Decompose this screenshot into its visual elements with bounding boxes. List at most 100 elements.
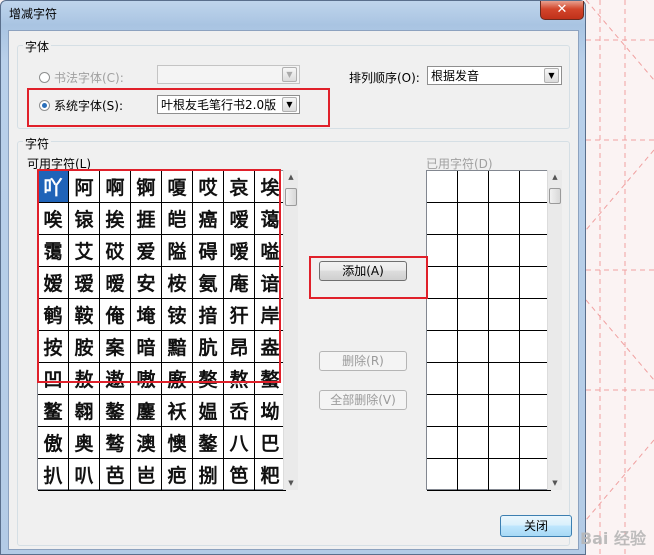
- char-cell[interactable]: 哎: [193, 171, 224, 203]
- char-cell[interactable]: 媪: [193, 395, 224, 427]
- selected-char-cell[interactable]: [458, 203, 489, 235]
- char-cell[interactable]: 笆: [224, 459, 255, 491]
- char-cell[interactable]: 芭: [100, 459, 131, 491]
- selected-char-cell[interactable]: [489, 171, 520, 203]
- char-cell[interactable]: 遨: [100, 363, 131, 395]
- selected-char-cell[interactable]: [427, 171, 458, 203]
- char-cell[interactable]: 疤: [162, 459, 193, 491]
- char-cell[interactable]: 暗: [131, 331, 162, 363]
- selected-char-cell[interactable]: [458, 427, 489, 459]
- selected-char-cell[interactable]: [489, 363, 520, 395]
- char-cell[interactable]: 霭: [38, 235, 69, 267]
- char-cell[interactable]: 鏊: [193, 427, 224, 459]
- char-cell[interactable]: 敖: [69, 363, 100, 395]
- selected-char-cell[interactable]: [427, 235, 458, 267]
- char-cell[interactable]: 獒: [193, 363, 224, 395]
- selected-char-cell[interactable]: [458, 459, 489, 491]
- selected-chars-grid[interactable]: [426, 170, 551, 491]
- char-cell[interactable]: 鞍: [69, 299, 100, 331]
- selected-char-cell[interactable]: [489, 459, 520, 491]
- char-cell[interactable]: 爱: [131, 235, 162, 267]
- char-cell[interactable]: 锿: [69, 203, 100, 235]
- sort-order-combo[interactable]: 根据发音 ▼: [427, 66, 562, 85]
- char-cell[interactable]: 砹: [100, 235, 131, 267]
- char-cell[interactable]: 捌: [193, 459, 224, 491]
- char-cell[interactable]: 阿: [69, 171, 100, 203]
- selected-char-cell[interactable]: [427, 427, 458, 459]
- selected-char-cell[interactable]: [427, 299, 458, 331]
- char-cell[interactable]: 奥: [69, 427, 100, 459]
- char-cell[interactable]: 熬: [224, 363, 255, 395]
- selected-char-cell[interactable]: [427, 267, 458, 299]
- char-cell[interactable]: 肮: [193, 331, 224, 363]
- char-cell[interactable]: 廒: [162, 363, 193, 395]
- selected-char-cell[interactable]: [458, 267, 489, 299]
- char-cell[interactable]: 澳: [131, 427, 162, 459]
- selected-char-cell[interactable]: [489, 395, 520, 427]
- char-cell[interactable]: 嗳: [224, 203, 255, 235]
- selected-char-cell[interactable]: [427, 331, 458, 363]
- char-cell[interactable]: 皑: [162, 203, 193, 235]
- char-cell[interactable]: 嗄: [162, 171, 193, 203]
- char-cell[interactable]: 傲: [38, 427, 69, 459]
- char-cell[interactable]: 鏖: [131, 395, 162, 427]
- selected-char-cell[interactable]: [458, 395, 489, 427]
- scroll-up-icon[interactable]: ▲: [285, 170, 297, 184]
- char-cell[interactable]: 犴: [224, 299, 255, 331]
- char-cell[interactable]: 哀: [224, 171, 255, 203]
- char-cell[interactable]: 碍: [193, 235, 224, 267]
- scroll-down-icon[interactable]: ▼: [285, 476, 297, 490]
- char-cell[interactable]: 鏊: [100, 395, 131, 427]
- delete-all-button[interactable]: 全部删除(V): [319, 390, 407, 410]
- scroll-down-icon[interactable]: ▼: [549, 476, 561, 490]
- selected-chars-scrollbar[interactable]: ▲ ▼: [547, 170, 562, 490]
- char-cell[interactable]: 鹌: [38, 299, 69, 331]
- char-cell[interactable]: 吖: [38, 171, 69, 203]
- selected-char-cell[interactable]: [458, 235, 489, 267]
- scroll-up-icon[interactable]: ▲: [549, 170, 561, 184]
- scroll-thumb[interactable]: [549, 188, 561, 204]
- selected-char-cell[interactable]: [458, 331, 489, 363]
- selected-char-cell[interactable]: [489, 203, 520, 235]
- char-cell[interactable]: 铵: [162, 299, 193, 331]
- add-button[interactable]: 添加(A): [319, 261, 407, 281]
- system-font-combo[interactable]: 叶根友毛笔行书2.0版 ▼: [157, 95, 300, 114]
- scroll-thumb[interactable]: [285, 188, 297, 206]
- system-font-radio[interactable]: 系统字体(S):: [39, 97, 123, 114]
- char-cell[interactable]: 俺: [100, 299, 131, 331]
- char-cell[interactable]: 安: [131, 267, 162, 299]
- char-cell[interactable]: 癌: [193, 203, 224, 235]
- available-chars-scrollbar[interactable]: ▲ ▼: [283, 170, 298, 490]
- selected-char-cell[interactable]: [489, 235, 520, 267]
- char-cell[interactable]: 凹: [38, 363, 69, 395]
- char-cell[interactable]: 巴: [255, 427, 286, 459]
- char-cell[interactable]: 艾: [69, 235, 100, 267]
- char-cell[interactable]: 螯: [255, 363, 286, 395]
- char-cell[interactable]: 暧: [100, 267, 131, 299]
- char-cell[interactable]: 鳌: [38, 395, 69, 427]
- char-cell[interactable]: 嗌: [255, 235, 286, 267]
- char-cell[interactable]: 庵: [224, 267, 255, 299]
- selected-char-cell[interactable]: [489, 331, 520, 363]
- char-cell[interactable]: 昂: [224, 331, 255, 363]
- char-cell[interactable]: 懊: [162, 427, 193, 459]
- available-chars-grid[interactable]: 吖阿啊锕嗄哎哀埃唉锿挨捱皑癌嗳蔼霭艾砹爱隘碍嗳嗌嫒瑷暧安桉氨庵谙鹌鞍俺埯铵揞犴岸…: [37, 170, 286, 491]
- selected-char-cell[interactable]: [427, 363, 458, 395]
- selected-char-cell[interactable]: [427, 395, 458, 427]
- char-cell[interactable]: 按: [38, 331, 69, 363]
- char-cell[interactable]: 锕: [131, 171, 162, 203]
- char-cell[interactable]: 谙: [255, 267, 286, 299]
- char-cell[interactable]: 袄: [162, 395, 193, 427]
- selected-char-cell[interactable]: [458, 299, 489, 331]
- char-cell[interactable]: 八: [224, 427, 255, 459]
- delete-button[interactable]: 删除(R): [319, 351, 407, 371]
- selected-char-cell[interactable]: [458, 363, 489, 395]
- char-cell[interactable]: 岸: [255, 299, 286, 331]
- char-cell[interactable]: 岙: [224, 395, 255, 427]
- close-button[interactable]: 关闭: [500, 515, 572, 537]
- selected-char-cell[interactable]: [489, 267, 520, 299]
- selected-char-cell[interactable]: [489, 427, 520, 459]
- char-cell[interactable]: 叭: [69, 459, 100, 491]
- char-cell[interactable]: 蔼: [255, 203, 286, 235]
- char-cell[interactable]: 嗳: [224, 235, 255, 267]
